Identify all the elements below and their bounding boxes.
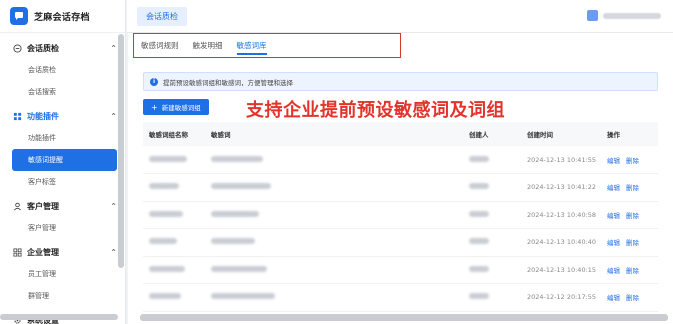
sidebar-item-session-qc[interactable]: 会话质检 [0, 59, 125, 81]
created-time: 2024-12-12 20:17:55 [527, 293, 597, 302]
edit-link[interactable]: 编辑 [607, 267, 620, 275]
sidebar-scrollbar[interactable] [118, 34, 124, 268]
library-card: i 提前预设敏感词组和敏感词，方便管理和选择 + 新建敏感词组 支持企业提前预设… [143, 62, 661, 324]
sidebar-group-customers[interactable]: 客户管理 ⌃ [0, 195, 125, 217]
edit-link[interactable]: 编辑 [607, 239, 620, 247]
grid-icon [12, 111, 22, 121]
blurred-words [211, 293, 275, 300]
blurred-words [211, 155, 263, 162]
created-time: 2024-12-13 10:40:15 [527, 265, 597, 274]
blurred-group-name [149, 238, 177, 245]
blurred-words [211, 183, 271, 190]
horizontal-scrollbar[interactable] [140, 314, 668, 321]
delete-link[interactable]: 删除 [626, 212, 639, 220]
table-row: 2024-12-13 10:41:22 编辑 删除 [143, 174, 658, 201]
sidebar-group-session-qc[interactable]: 会话质检 ⌃ [0, 37, 125, 59]
blurred-words [211, 265, 267, 272]
edit-link[interactable]: 编辑 [607, 157, 620, 165]
grid-icon [12, 247, 22, 257]
sidebar-group-label: 会话质检 [27, 43, 59, 53]
col-created-time: 创建时间 [527, 131, 553, 139]
user-name-blurred [603, 12, 661, 19]
add-word-group-button[interactable]: + 新建敏感词组 [143, 99, 209, 115]
edit-link[interactable]: 编辑 [607, 212, 620, 220]
sidebar-nav: 会话质检 ⌃ 会话质检 会话搜索 功能插件 ⌃ 功能插件 敏感词提醒 客户标签 [0, 33, 125, 324]
info-icon: i [150, 77, 158, 86]
sidebar-item-session-search[interactable]: 会话搜索 [0, 81, 125, 103]
blurred-group-name [149, 155, 187, 162]
delete-link[interactable]: 删除 [626, 267, 639, 275]
delete-link[interactable]: 删除 [626, 157, 639, 165]
table-row: 2024-12-13 10:40:40 编辑 删除 [143, 229, 658, 256]
app-name: 芝麻会话存档 [34, 12, 90, 23]
chevron-up-icon: ⌃ [110, 43, 117, 53]
sidebar-group-plugins[interactable]: 功能插件 ⌃ [0, 105, 125, 127]
delete-link[interactable]: 删除 [626, 239, 639, 247]
sidebar-group-enterprise[interactable]: 企业管理 ⌃ [0, 241, 125, 263]
tab-sensitive-library[interactable]: 敏感词库 [230, 34, 274, 57]
blurred-creator [469, 210, 489, 217]
chevron-up-icon: ⌃ [110, 201, 117, 211]
tab-bar: 敏感词规则 触发明细 敏感词库 [133, 33, 401, 58]
blurred-words [211, 238, 255, 245]
blurred-group-name [149, 293, 181, 300]
top-bar: 会话质检 [127, 0, 673, 33]
table-row: 2024-12-12 20:17:55 编辑 删除 [143, 284, 658, 311]
info-notice: i 提前预设敏感词组和敏感词，方便管理和选择 [143, 72, 658, 91]
col-group-name: 敏感词组名称 [149, 131, 188, 139]
delete-link[interactable]: 删除 [626, 184, 639, 192]
promo-caption: 支持企业提前预设敏感词及词组 [246, 100, 505, 121]
sidebar-item-customer-tags[interactable]: 客户标签 [0, 171, 125, 193]
sensitive-word-table: 敏感词组名称 敏感词 创建人 创建时间 操作 2024-12-13 10:41:… [143, 122, 658, 312]
sidebar-group-label: 客户管理 [27, 201, 59, 211]
chevron-up-icon: ⌃ [110, 247, 117, 257]
tab-trigger-details[interactable]: 触发明细 [186, 34, 230, 57]
table-row: 2024-12-13 10:41:55 编辑 删除 [143, 146, 658, 174]
sidebar-item-staff[interactable]: 员工管理 [0, 263, 125, 285]
sidebar: 芝麻会话存档 会话质检 ⌃ 会话质检 会话搜索 功能插件 ⌃ 功能插件 敏感词提… [0, 0, 126, 324]
user-icon [12, 201, 22, 211]
blurred-group-name [149, 265, 185, 272]
blurred-creator [469, 155, 489, 162]
sidebar-item-customer-management[interactable]: 客户管理 [0, 217, 125, 239]
blurred-creator [469, 293, 489, 300]
blurred-group-name [149, 210, 183, 217]
blurred-words [211, 210, 259, 217]
chevron-up-icon: ⌃ [110, 111, 117, 121]
edit-link[interactable]: 编辑 [607, 294, 620, 302]
add-button-label: 新建敏感词组 [161, 104, 201, 112]
blurred-creator [469, 183, 489, 190]
col-creator: 创建人 [469, 131, 489, 139]
table-row: 2024-12-13 10:40:58 编辑 删除 [143, 201, 658, 229]
notice-text: 提前预设敏感词组和敏感词，方便管理和选择 [163, 78, 293, 87]
col-words: 敏感词 [211, 131, 231, 139]
blurred-creator [469, 238, 489, 245]
tab-sensitive-rules[interactable]: 敏感词规则 [134, 34, 186, 57]
delete-link[interactable]: 删除 [626, 294, 639, 302]
blurred-creator [469, 265, 489, 272]
sidebar-group-label: 企业管理 [27, 247, 59, 257]
col-actions: 操作 [607, 131, 620, 139]
chat-bubble-logo-icon [10, 7, 28, 25]
minus-circle-icon [12, 43, 22, 53]
table-header-row: 敏感词组名称 敏感词 创建人 创建时间 操作 [143, 122, 658, 146]
blurred-group-name [149, 183, 179, 190]
breadcrumb-tab[interactable]: 会话质检 [137, 7, 187, 26]
sidebar-item-groups[interactable]: 群管理 [0, 285, 125, 307]
created-time: 2024-12-13 10:41:55 [527, 155, 597, 164]
app-root: 芝麻会话存档 会话质检 ⌃ 会话质检 会话搜索 功能插件 ⌃ 功能插件 敏感词提… [0, 0, 673, 324]
created-time: 2024-12-13 10:41:22 [527, 183, 597, 192]
sidebar-item-sensitive-alert[interactable]: 敏感词提醒 [12, 149, 117, 171]
brand: 芝麻会话存档 [0, 0, 125, 33]
sidebar-horizontal-scrollbar[interactable] [0, 314, 118, 320]
table-row: 2024-12-13 10:40:15 编辑 删除 [143, 256, 658, 284]
edit-link[interactable]: 编辑 [607, 184, 620, 192]
sidebar-item-plugins[interactable]: 功能插件 [0, 127, 125, 149]
sidebar-group-label: 功能插件 [27, 111, 59, 121]
created-time: 2024-12-13 10:40:40 [527, 238, 597, 247]
created-time: 2024-12-13 10:40:58 [527, 210, 597, 219]
plus-icon: + [151, 102, 158, 112]
avatar [587, 10, 598, 21]
user-menu[interactable] [587, 10, 661, 21]
